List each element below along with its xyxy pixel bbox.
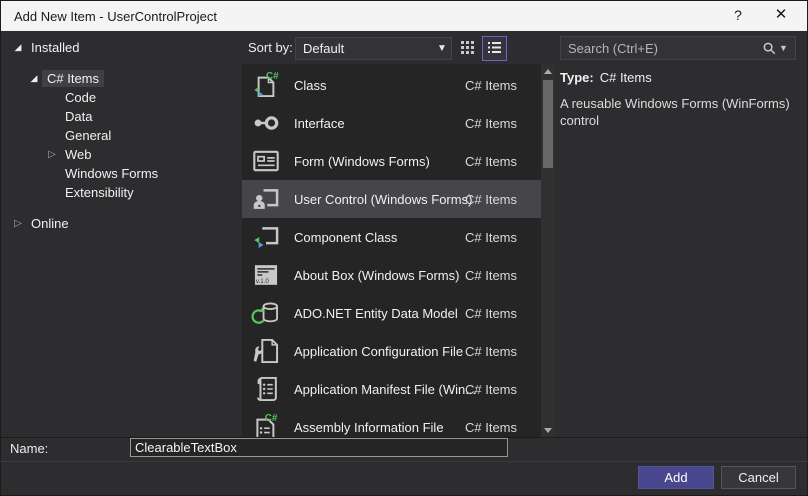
template-item-category: C# Items (465, 191, 518, 207)
template-item-name: Application Manifest File (Win... (294, 381, 477, 397)
template-item-category: C# Items (465, 343, 518, 359)
template-item-name: User Control (Windows Forms) (294, 191, 473, 207)
titlebar: Add New Item - UserControlProject (1, 1, 807, 31)
svg-text:C#: C# (266, 71, 279, 82)
search-box: ▼ (560, 36, 796, 60)
scroll-up-button[interactable] (541, 64, 555, 78)
small-icons-view-button[interactable] (457, 38, 478, 59)
list-scrollbar[interactable] (541, 64, 555, 437)
add-button[interactable]: Add (638, 466, 714, 489)
sort-by-dropdown[interactable]: Default ▼ (295, 37, 452, 60)
close-button[interactable]: ✕ (760, 0, 802, 30)
template-item-category: C# Items (465, 229, 518, 245)
tree-item-extensibility[interactable]: Extensibility (0, 183, 240, 202)
template-description: A reusable Windows Forms (WinForms) cont… (560, 96, 790, 128)
svg-text:C#: C# (265, 413, 278, 424)
template-item-category: C# Items (465, 267, 518, 283)
search-icon[interactable] (759, 41, 779, 56)
template-list: C# Class C# Items Interface C# Items Form (Wi… (242, 64, 555, 437)
template-item-class[interactable]: C# Class C# Items (242, 66, 541, 104)
template-item-component-class[interactable]: Component Class C# Items (242, 218, 541, 256)
template-item-interface[interactable]: Interface C# Items (242, 104, 541, 142)
add-new-item-dialog: { "window": { "title": "Add New Item - U… (0, 0, 808, 496)
tree-item-data[interactable]: Data (0, 107, 240, 126)
template-item-ado-net-entity-data-model[interactable]: ADO.NET Entity Data Model C# Items (242, 294, 541, 332)
tree-item-windows-forms[interactable]: Windows Forms (0, 164, 240, 183)
csharp-class-icon: C# (250, 69, 282, 101)
entity-data-model-icon (250, 297, 282, 329)
template-item-name: About Box (Windows Forms) (294, 267, 460, 283)
tree-item-label: Data (65, 109, 93, 124)
tree-item-label: Installed (31, 40, 80, 55)
assembly-info-file-icon: C# (250, 411, 282, 437)
tree-item-label: Code (65, 90, 97, 105)
component-class-icon (250, 221, 282, 253)
search-dropdown-icon[interactable]: ▼ (779, 43, 795, 53)
template-item-user-control-windows-forms[interactable]: User Control (Windows Forms) C# Items (242, 180, 541, 218)
search-input[interactable] (561, 40, 759, 56)
app-manifest-file-icon (250, 373, 282, 405)
scroll-down-button[interactable] (541, 423, 555, 437)
template-item-about-box-windows-forms[interactable]: v.1.0 About Box (Windows Forms) C# Items (242, 256, 541, 294)
template-item-name: Form (Windows Forms) (294, 153, 430, 169)
list-view-button[interactable] (482, 36, 507, 61)
template-item-category: C# Items (465, 305, 518, 321)
about-box-icon: v.1.0 (250, 259, 282, 291)
template-item-name: Interface (294, 115, 345, 131)
divider (0, 461, 808, 462)
tree-item-label: Windows Forms (65, 166, 159, 181)
type-label: Type: (560, 70, 594, 85)
cancel-button[interactable]: Cancel (721, 466, 796, 489)
app-config-file-icon (250, 335, 282, 367)
template-item-name: Class (294, 77, 327, 93)
svg-text:v.1.0: v.1.0 (256, 278, 269, 285)
template-item-form-windows-forms[interactable]: Form (Windows Forms) C# Items (242, 142, 541, 180)
template-item-application-configuration-file[interactable]: Application Configuration File C# Items (242, 332, 541, 370)
tree-item-label: Online (31, 216, 69, 231)
category-tree: ◢ Installed ◢ C# Items Code Data General ▷ Web Wi… (0, 31, 240, 437)
tree-item-code[interactable]: Code (0, 88, 240, 107)
template-item-name: Application Configuration File (294, 343, 464, 359)
tree-item-web[interactable]: ▷ Web (0, 145, 240, 164)
interface-icon (250, 107, 282, 139)
tree-item-label: General (65, 128, 112, 143)
tree-item-label: Extensibility (65, 185, 134, 200)
form-windows-icon (250, 145, 282, 177)
template-item-name: Assembly Information File (294, 419, 444, 435)
template-item-category: C# Items (465, 115, 518, 131)
tree-item-label: Web (65, 147, 92, 162)
name-input[interactable] (130, 438, 508, 457)
template-item-category: C# Items (465, 153, 518, 169)
help-button[interactable]: ? (720, 0, 756, 30)
chevron-down-icon: ▼ (437, 43, 447, 54)
template-item-category: C# Items (465, 77, 518, 93)
template-item-application-manifest-file-win[interactable]: Application Manifest File (Win... C# Item… (242, 370, 541, 408)
scroll-thumb[interactable] (543, 80, 553, 168)
tree-item-installed[interactable]: ◢ Installed (0, 38, 240, 57)
tree-item-c-items[interactable]: ◢ C# Items (0, 69, 240, 88)
sort-by-value: Default (303, 41, 345, 56)
template-item-name: Component Class (294, 229, 398, 245)
expander-expanded-icon[interactable]: ◢ (10, 42, 26, 53)
template-item-category: C# Items (465, 381, 518, 397)
template-item-assembly-information-file[interactable]: C# Assembly Information File C# Items (242, 408, 541, 437)
tree-item-general[interactable]: General (0, 126, 240, 145)
user-control-icon (250, 183, 282, 215)
small-icons-view-icon (460, 40, 475, 58)
type-value: C# Items (599, 70, 652, 85)
expander-collapsed-icon[interactable]: ▷ (10, 218, 26, 229)
template-item-name: ADO.NET Entity Data Model (294, 305, 458, 321)
dialog-title: Add New Item - UserControlProject (14, 8, 218, 24)
name-label: Name: (10, 441, 49, 456)
sort-by-label: Sort by: (248, 40, 293, 55)
tree-item-label: C# Items (42, 70, 105, 87)
template-info-panel: Type: C# Items A reusable Windows Forms (… (560, 64, 800, 129)
template-item-category: C# Items (465, 419, 518, 435)
list-view-icon (487, 40, 502, 58)
expander-collapsed-icon[interactable]: ▷ (44, 149, 60, 160)
tree-item-online[interactable]: ▷ Online (0, 214, 240, 233)
expander-expanded-icon[interactable]: ◢ (26, 73, 42, 84)
